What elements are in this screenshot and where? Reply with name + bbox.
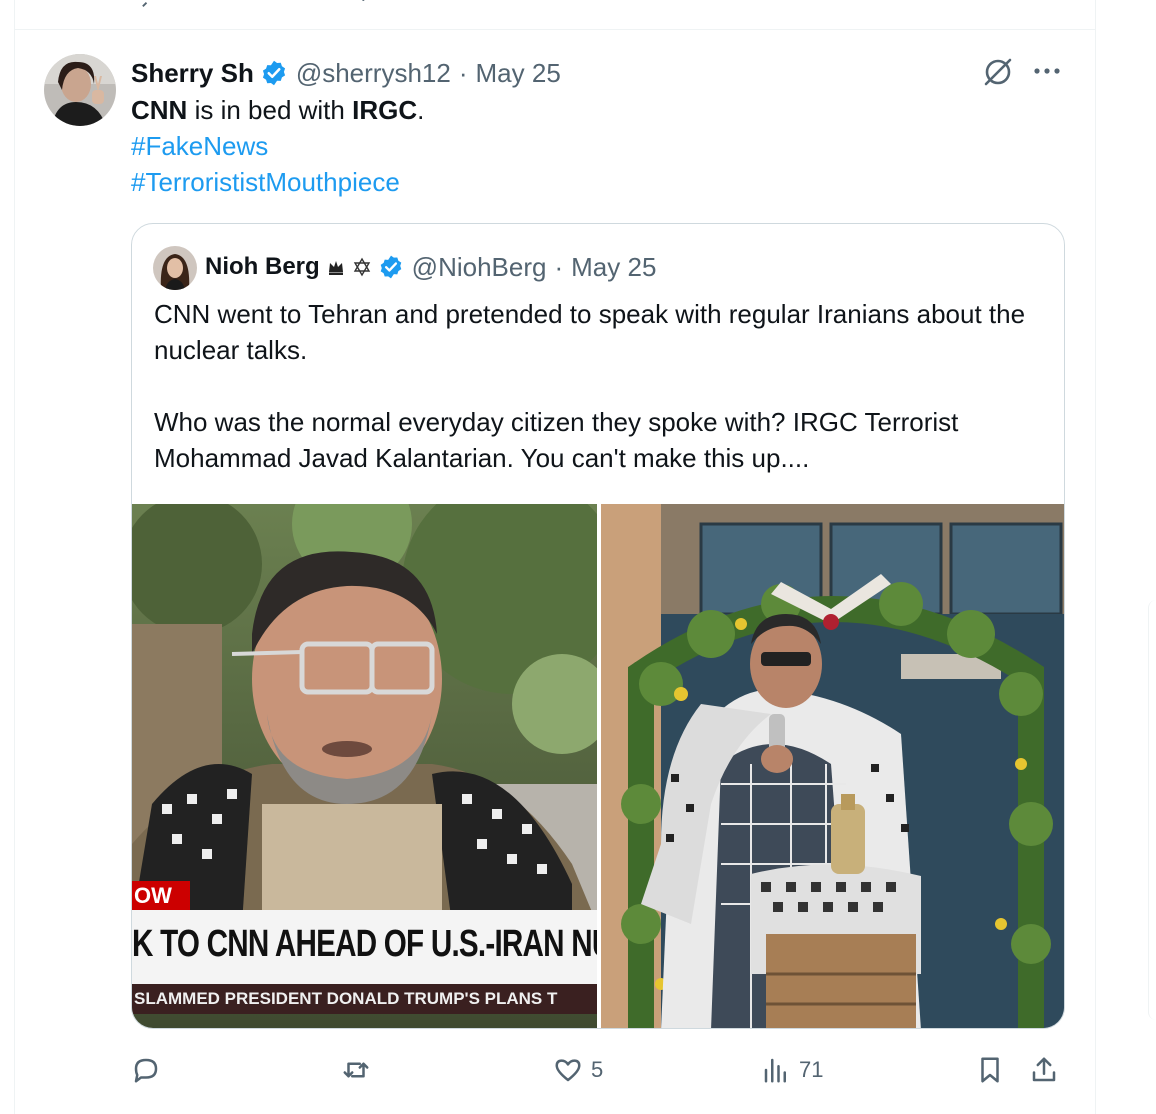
chyron-headline: K TO CNN AHEAD OF U.S.-IRAN NUCLEAR [132, 923, 597, 965]
repost-icon[interactable] [345, 0, 367, 10]
hashtag-link[interactable]: #TerrorististMouthpiece [131, 164, 424, 200]
text-end: . [417, 95, 425, 125]
quoted-author-handle[interactable]: @NiohBerg [412, 252, 547, 283]
mention-cnn: CNN [131, 95, 188, 125]
separator-dot: · [458, 57, 468, 88]
bookmark-icon [981, 1057, 999, 1083]
hashtag-link[interactable]: #FakeNews [131, 128, 424, 164]
tweet-text: CNN is in bed with IRGC. #FakeNews #Terr… [131, 92, 424, 200]
reply-icon [134, 1058, 158, 1083]
verified-icon [262, 60, 285, 86]
bookmark-button[interactable] [975, 1050, 1005, 1090]
quoted-date[interactable]: May 25 [571, 252, 656, 283]
quoted-tweet[interactable]: Nioh Berg @NiohBerg · May 25 CNN went to… [131, 223, 1065, 1029]
bookmark-icon[interactable] [980, 0, 1002, 10]
grok-icon[interactable] [980, 54, 1016, 90]
like-button[interactable]: 5 [553, 1050, 603, 1090]
tweet-header: Sherry Sh @sherrysh12 · May 25 [131, 56, 561, 90]
views-icon [764, 1058, 786, 1083]
reply-icon[interactable] [141, 0, 163, 10]
separator-dot: · [554, 251, 564, 282]
media-image-cnn[interactable]: OW K TO CNN AHEAD OF U.S.-IRAN NUCLEAR S… [132, 504, 597, 1028]
media-image-event[interactable] [601, 504, 1064, 1028]
views-button[interactable]: 71 [761, 1050, 823, 1090]
repost-icon [343, 1062, 369, 1078]
repost-button[interactable] [341, 1050, 379, 1090]
views-count: 71 [799, 1057, 824, 1082]
share-icon[interactable] [1035, 0, 1057, 10]
tweet[interactable]: Sherry Sh @sherrysh12 · May 25 CNN is in… [14, 30, 1096, 1114]
quoted-paragraph: CNN went to Tehran and pretended to spea… [154, 299, 1026, 365]
author-handle[interactable]: @sherrysh12 [296, 58, 451, 89]
event-photo [601, 504, 1064, 1028]
quoted-avatar[interactable] [153, 246, 197, 290]
quoted-paragraph: Who was the normal everyday citizen they… [154, 407, 959, 473]
crown-icon [328, 261, 343, 275]
text-middle: is in bed with [187, 95, 353, 125]
chyron-tag: OW [132, 881, 190, 911]
like-count: 5 [591, 1057, 604, 1082]
avatar[interactable] [44, 54, 116, 126]
tweet-text-line: CNN is in bed with IRGC. [131, 92, 424, 128]
reply-button[interactable] [131, 1050, 169, 1090]
tweet-actions: 5 71 [131, 1050, 1065, 1090]
quoted-header: Nioh Berg @NiohBerg · May 25 [205, 251, 656, 283]
more-icon[interactable] [1030, 58, 1064, 84]
share-button[interactable] [1029, 1050, 1059, 1090]
views-icon[interactable] [769, 0, 791, 10]
heart-icon [555, 1059, 581, 1082]
previous-tweet-actions [15, 0, 1095, 30]
sidebar-card-edge [1148, 600, 1156, 1020]
heart-icon[interactable] [561, 0, 583, 10]
share-icon [1032, 1057, 1056, 1082]
quoted-text: CNN went to Tehran and pretended to spea… [154, 296, 1054, 512]
quoted-author-name[interactable]: Nioh Berg [205, 253, 320, 281]
verified-icon [380, 255, 401, 279]
chyron-subline: SLAMMED PRESIDENT DONALD TRUMP'S PLANS T [132, 984, 597, 1014]
mention-irgc: IRGC [352, 95, 418, 125]
tweet-date[interactable]: May 25 [476, 58, 561, 89]
star-of-david-icon [353, 257, 370, 277]
author-name[interactable]: Sherry Sh [131, 58, 254, 89]
